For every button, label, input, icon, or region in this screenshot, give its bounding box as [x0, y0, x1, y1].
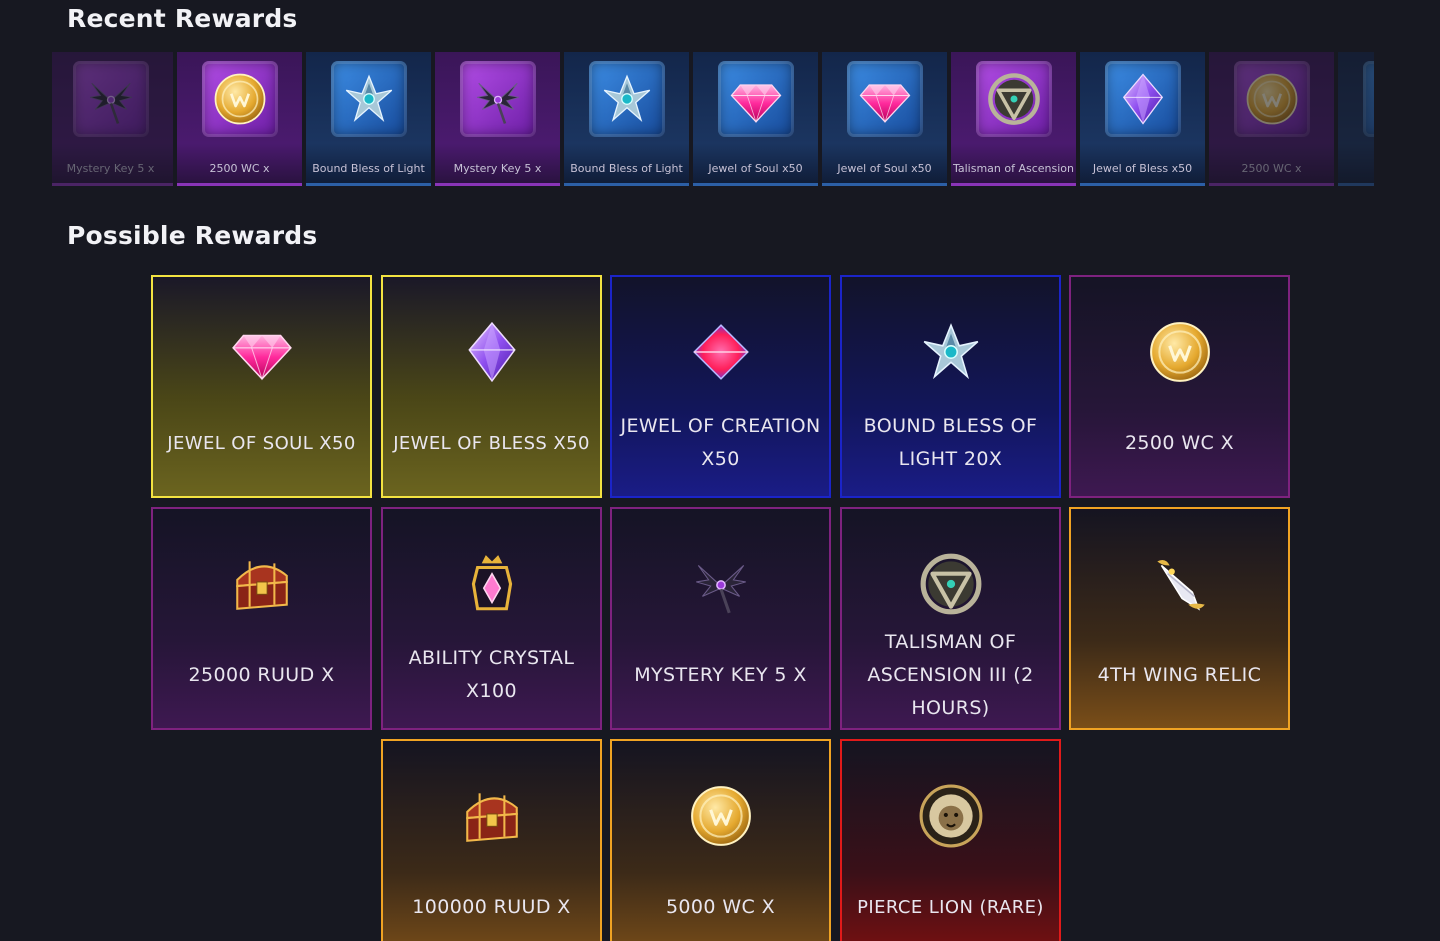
possible-reward-card[interactable]: TALISMAN OF ASCENSION III (2 HOURS)	[840, 507, 1061, 730]
wing-relic-icon	[1145, 549, 1215, 619]
jewel-of-soul-icon	[846, 61, 923, 137]
ruud-chest-icon	[227, 549, 297, 619]
possible-reward-label: 5000 WC X	[665, 896, 776, 918]
recent-rewards-strip[interactable]: Mystery Key 5 x 2500 WC x Bound Bless of…	[52, 52, 1374, 188]
wc-coin-icon	[686, 781, 756, 851]
recent-reward-card[interactable]: 2500 WC x	[1209, 52, 1334, 186]
wc-coin-icon	[201, 61, 278, 137]
talisman-icon	[975, 61, 1052, 137]
wc-coin-icon	[1233, 61, 1310, 137]
recent-reward-card[interactable]: Jewel of Bless x50	[1080, 52, 1205, 186]
possible-reward-card[interactable]: JEWEL OF CREATION X50	[610, 275, 831, 498]
possible-reward-card[interactable]: BOUND BLESS OF LIGHT 20X	[840, 275, 1061, 498]
recent-reward-card[interactable]: Bound Bless of Light	[306, 52, 431, 186]
bound-bless-icon	[588, 61, 665, 137]
possible-reward-card[interactable]: 5000 WC X	[610, 739, 831, 941]
recent-reward-label: Mystery Key 5 x	[66, 162, 155, 175]
recent-reward-card[interactable]: Jewel	[1338, 52, 1374, 186]
possible-reward-label: 100000 RUUD X	[412, 896, 571, 918]
ability-crystal-icon	[457, 549, 527, 619]
recent-reward-label: Talisman of Ascension	[952, 162, 1075, 175]
possible-reward-label: PIERCE LION (RARE)	[857, 897, 1044, 918]
possible-reward-card[interactable]: PIERCE LION (RARE)	[840, 739, 1061, 941]
recent-reward-card[interactable]: Bound Bless of Light	[564, 52, 689, 186]
jewel-of-bless-icon	[457, 317, 527, 387]
possible-reward-label: JEWEL OF CREATION X50	[620, 415, 821, 470]
bound-bless-icon	[330, 61, 407, 137]
recent-reward-card[interactable]: 2500 WC x	[177, 52, 302, 186]
recent-reward-card[interactable]: Jewel of Soul x50	[822, 52, 947, 186]
recent-reward-label: 2500 WC x	[209, 162, 270, 175]
mystery-key-icon	[686, 549, 756, 619]
possible-reward-card[interactable]: ABILITY CRYSTAL X100	[381, 507, 602, 730]
jewel-of-soul-icon	[227, 317, 297, 387]
recent-reward-card[interactable]: Mystery Key 5 x	[52, 52, 173, 186]
recent-reward-label: Bound Bless of Light	[312, 162, 425, 175]
possible-reward-card[interactable]: JEWEL OF SOUL X50	[151, 275, 372, 498]
recent-reward-label: Jewel of Bless x50	[1092, 162, 1193, 175]
recent-reward-card[interactable]: Jewel of Soul x50	[693, 52, 818, 186]
possible-reward-label: 2500 WC X	[1124, 432, 1235, 454]
possible-reward-card[interactable]: 2500 WC X	[1069, 275, 1290, 498]
recent-reward-label: Jewel	[1338, 162, 1374, 175]
possible-reward-label: JEWEL OF SOUL X50	[167, 433, 356, 454]
recent-reward-label: 2500 WC x	[1241, 162, 1302, 175]
lion-medallion-icon	[916, 781, 986, 851]
recent-reward-label: Jewel of Soul x50	[708, 162, 803, 175]
possible-reward-card[interactable]: 4TH WING RELIC	[1069, 507, 1290, 730]
recent-reward-card[interactable]: Mystery Key 5 x	[435, 52, 560, 186]
possible-reward-label: JEWEL OF BLESS X50	[393, 433, 590, 454]
recent-reward-label: Mystery Key 5 x	[453, 162, 542, 175]
possible-rewards-title: Possible Rewards	[67, 221, 318, 250]
recent-rewards-title: Recent Rewards	[67, 4, 298, 33]
possible-reward-label: 4TH WING RELIC	[1097, 664, 1262, 686]
jewel-of-soul-icon	[717, 61, 794, 137]
possible-reward-card[interactable]: MYSTERY KEY 5 X	[610, 507, 831, 730]
mystery-key-icon	[72, 61, 149, 137]
possible-reward-label: MYSTERY KEY 5 X	[634, 664, 807, 686]
talisman-icon	[916, 549, 986, 619]
possible-reward-card[interactable]: JEWEL OF BLESS X50	[381, 275, 602, 498]
ruud-chest-icon	[457, 781, 527, 851]
possible-reward-label: ABILITY CRYSTAL X100	[408, 647, 575, 702]
possible-reward-label: BOUND BLESS OF LIGHT 20X	[863, 415, 1038, 470]
jewel-of-soul-icon	[1362, 61, 1374, 137]
bound-bless-icon	[916, 317, 986, 387]
possible-reward-card[interactable]: 100000 RUUD X	[381, 739, 602, 941]
jewel-of-creation-icon	[686, 317, 756, 387]
possible-reward-label: 25000 RUUD X	[188, 664, 335, 686]
rewards-page: Recent Rewards Mystery Key 5 x 2500 WC x…	[0, 0, 1440, 941]
jewel-of-bless-icon	[1104, 61, 1181, 137]
recent-reward-card[interactable]: Talisman of Ascension	[951, 52, 1076, 186]
mystery-key-icon	[459, 61, 536, 137]
possible-reward-label: TALISMAN OF ASCENSION III (2 HOURS)	[867, 631, 1034, 719]
wc-coin-icon	[1145, 317, 1215, 387]
recent-reward-label: Jewel of Soul x50	[837, 162, 932, 175]
recent-reward-label: Bound Bless of Light	[570, 162, 683, 175]
possible-reward-card[interactable]: 25000 RUUD X	[151, 507, 372, 730]
